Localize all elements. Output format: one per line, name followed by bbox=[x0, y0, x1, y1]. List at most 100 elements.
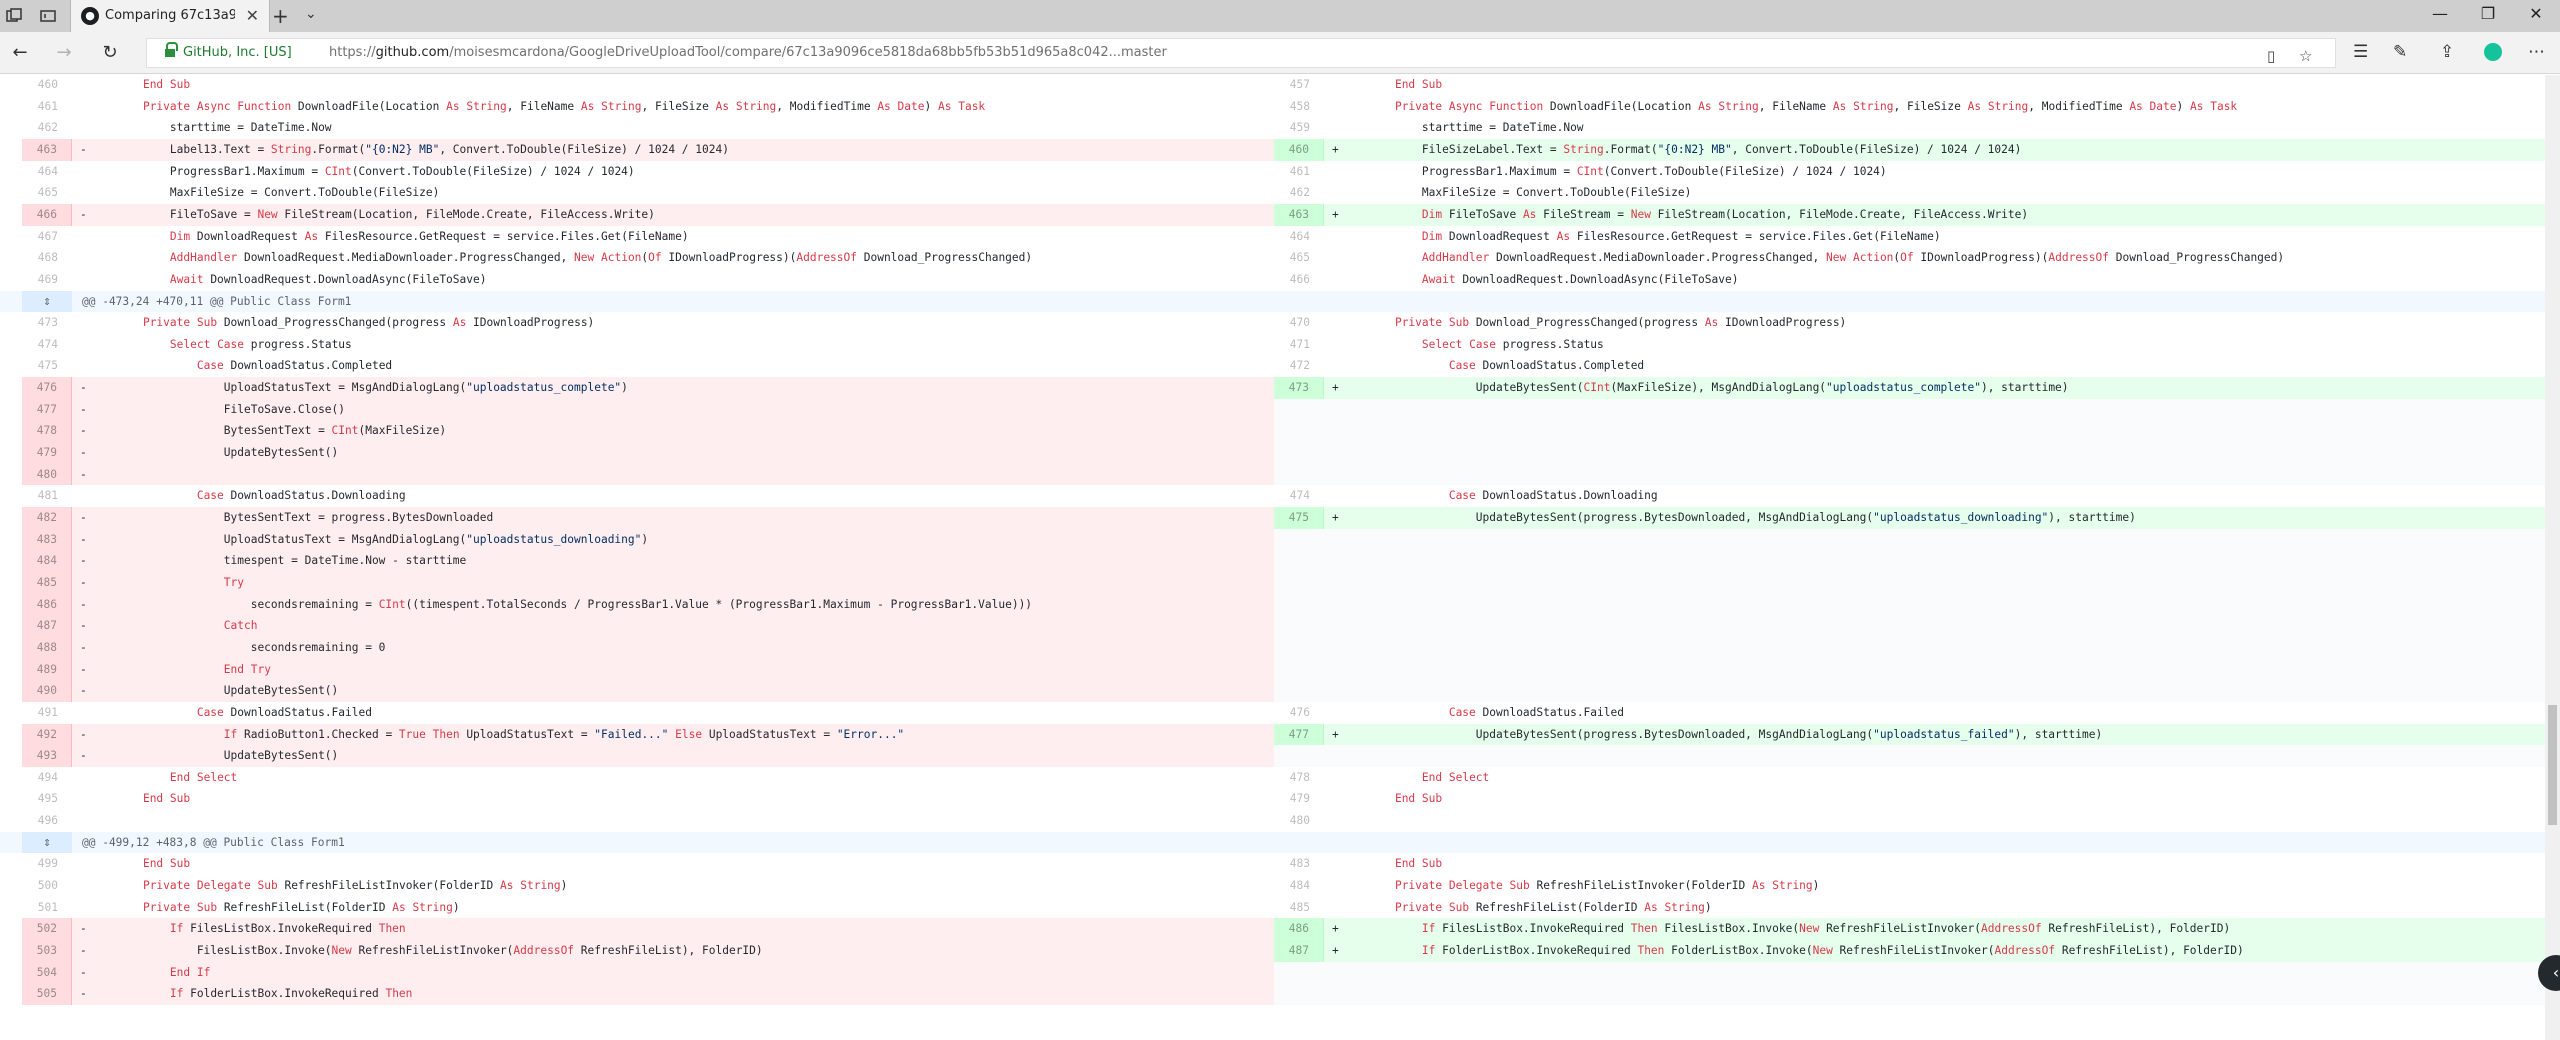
line-number[interactable]: 499 bbox=[22, 853, 72, 875]
line-number[interactable]: 464 bbox=[22, 161, 72, 183]
line-number[interactable]: 483 bbox=[22, 528, 72, 551]
line-number[interactable]: 491 bbox=[22, 702, 72, 724]
line-number[interactable]: 479 bbox=[1274, 788, 1324, 810]
line-number[interactable]: 460 bbox=[1274, 138, 1324, 161]
minimize-icon[interactable]: — bbox=[2420, 4, 2460, 23]
line-number[interactable]: 488 bbox=[22, 636, 72, 659]
left-side-cell: 485- Try bbox=[22, 571, 1274, 594]
line-number[interactable]: 504 bbox=[22, 961, 72, 984]
code-line: If RadioButton1.Checked = True Then Uplo… bbox=[223, 727, 905, 741]
line-number[interactable]: 490 bbox=[22, 680, 72, 702]
line-number[interactable]: 494 bbox=[22, 767, 72, 789]
line-number[interactable]: 493 bbox=[22, 745, 72, 767]
line-number[interactable]: 496 bbox=[22, 810, 72, 832]
line-number[interactable]: 487 bbox=[22, 615, 72, 637]
line-number[interactable]: 466 bbox=[22, 203, 72, 226]
line-number[interactable]: 482 bbox=[22, 507, 72, 529]
line-number[interactable]: 495 bbox=[22, 788, 72, 810]
favorites-hub-icon[interactable]: ☰ bbox=[2353, 42, 2368, 62]
line-number[interactable]: 466 bbox=[1274, 269, 1324, 291]
line-number[interactable]: 467 bbox=[22, 226, 72, 248]
line-number[interactable]: 486 bbox=[1274, 918, 1324, 940]
line-number[interactable]: 486 bbox=[22, 593, 72, 616]
line-number[interactable]: 476 bbox=[22, 377, 72, 399]
line-number[interactable]: 475 bbox=[1274, 507, 1324, 529]
line-number[interactable]: 481 bbox=[22, 485, 72, 507]
line-number[interactable]: 480 bbox=[1274, 810, 1324, 832]
line-number[interactable]: 487 bbox=[1274, 940, 1324, 962]
chevron-down-icon[interactable]: ⌄ bbox=[305, 6, 317, 22]
line-number[interactable]: 463 bbox=[22, 138, 72, 161]
browser-tab[interactable]: ● Comparing 67c13a909( ✕ bbox=[70, 0, 270, 32]
line-number[interactable]: 484 bbox=[22, 550, 72, 572]
tab-actions-icon[interactable] bbox=[6, 8, 22, 24]
line-number[interactable]: 483 bbox=[1274, 853, 1324, 875]
line-number[interactable]: 473 bbox=[22, 312, 72, 334]
window-close-icon[interactable]: ✕ bbox=[2516, 4, 2556, 23]
url-text[interactable]: https://github.com/moisesmcardona/Google… bbox=[329, 45, 1167, 60]
refresh-icon[interactable]: ↻ bbox=[98, 42, 122, 63]
line-number[interactable]: 468 bbox=[22, 247, 72, 269]
line-number[interactable]: 462 bbox=[1274, 182, 1324, 204]
scrollbar[interactable] bbox=[2545, 75, 2560, 1040]
line-number[interactable]: 469 bbox=[22, 269, 72, 291]
line-number[interactable]: 464 bbox=[1274, 226, 1324, 248]
line-number[interactable]: 485 bbox=[22, 571, 72, 594]
url-bar[interactable]: GitHub, Inc. [US] https://github.com/moi… bbox=[146, 38, 2336, 68]
line-number[interactable]: 479 bbox=[22, 442, 72, 464]
deletion-marker: - bbox=[80, 749, 87, 763]
line-number[interactable]: 492 bbox=[22, 723, 72, 746]
left-side-cell: 463- Label13.Text = String.Format("{0:N2… bbox=[22, 138, 1274, 161]
line-number[interactable]: 472 bbox=[1274, 355, 1324, 377]
line-number[interactable]: 458 bbox=[1274, 96, 1324, 118]
deletion-marker: - bbox=[80, 965, 87, 979]
line-number[interactable]: 477 bbox=[22, 398, 72, 421]
reading-view-icon[interactable]: ▯ bbox=[2267, 47, 2275, 65]
line-number[interactable]: 460 bbox=[22, 75, 72, 96]
new-tab-icon[interactable]: + bbox=[272, 4, 289, 28]
line-number[interactable]: 461 bbox=[22, 96, 72, 118]
scrollbar-thumb[interactable] bbox=[2548, 705, 2557, 825]
line-number[interactable]: 457 bbox=[1274, 75, 1324, 96]
line-number[interactable]: 478 bbox=[1274, 767, 1324, 789]
line-number[interactable]: 465 bbox=[22, 182, 72, 204]
line-number[interactable]: 501 bbox=[22, 897, 72, 919]
right-side-cell: 463 + Dim FileToSave As FileStream = New … bbox=[1274, 203, 2545, 226]
close-icon[interactable]: ✕ bbox=[246, 6, 259, 25]
pen-icon[interactable]: ✎ bbox=[2393, 42, 2407, 62]
line-number[interactable]: 462 bbox=[22, 117, 72, 139]
line-number[interactable]: 475 bbox=[22, 355, 72, 377]
line-number[interactable]: 505 bbox=[22, 983, 72, 1005]
grammarly-icon[interactable] bbox=[2484, 43, 2502, 61]
unfold-icon[interactable]: ⇕ bbox=[22, 290, 72, 313]
line-number[interactable]: 489 bbox=[22, 658, 72, 681]
line-number[interactable]: 480 bbox=[22, 463, 72, 486]
line-number[interactable]: 502 bbox=[22, 918, 72, 940]
line-number[interactable]: 474 bbox=[22, 334, 72, 356]
diff-row: 465 MaxFileSize = Convert.ToDouble(FileS… bbox=[0, 182, 2545, 204]
line-number[interactable]: 474 bbox=[1274, 485, 1324, 507]
line-number[interactable]: 478 bbox=[22, 420, 72, 443]
tab-aside-icon[interactable] bbox=[40, 8, 56, 24]
line-number[interactable]: 500 bbox=[22, 875, 72, 897]
share-icon[interactable]: ⇪ bbox=[2440, 42, 2454, 62]
favorite-star-icon[interactable]: ☆ bbox=[2299, 47, 2312, 65]
line-number[interactable]: 459 bbox=[1274, 117, 1324, 139]
line-number[interactable]: 485 bbox=[1274, 897, 1324, 919]
line-number[interactable]: 471 bbox=[1274, 334, 1324, 356]
line-number[interactable]: 470 bbox=[1274, 312, 1324, 334]
line-number[interactable]: 465 bbox=[1274, 247, 1324, 269]
line-number[interactable]: 463 bbox=[1274, 203, 1324, 226]
unfold-icon[interactable]: ⇕ bbox=[22, 831, 72, 854]
line-number[interactable]: 477 bbox=[1274, 723, 1324, 746]
line-number[interactable]: 473 bbox=[1274, 377, 1324, 399]
site-identity[interactable]: GitHub, Inc. [US] bbox=[183, 45, 292, 60]
maximize-icon[interactable]: ❐ bbox=[2468, 4, 2508, 23]
right-side-cell: 464 Dim DownloadRequest As FilesResource… bbox=[1274, 226, 2545, 248]
line-number[interactable]: 476 bbox=[1274, 702, 1324, 724]
line-number[interactable]: 503 bbox=[22, 940, 72, 962]
back-icon[interactable]: ← bbox=[8, 42, 32, 63]
more-icon[interactable]: ⋯ bbox=[2528, 42, 2545, 62]
line-number[interactable]: 461 bbox=[1274, 161, 1324, 183]
line-number[interactable]: 484 bbox=[1274, 875, 1324, 897]
